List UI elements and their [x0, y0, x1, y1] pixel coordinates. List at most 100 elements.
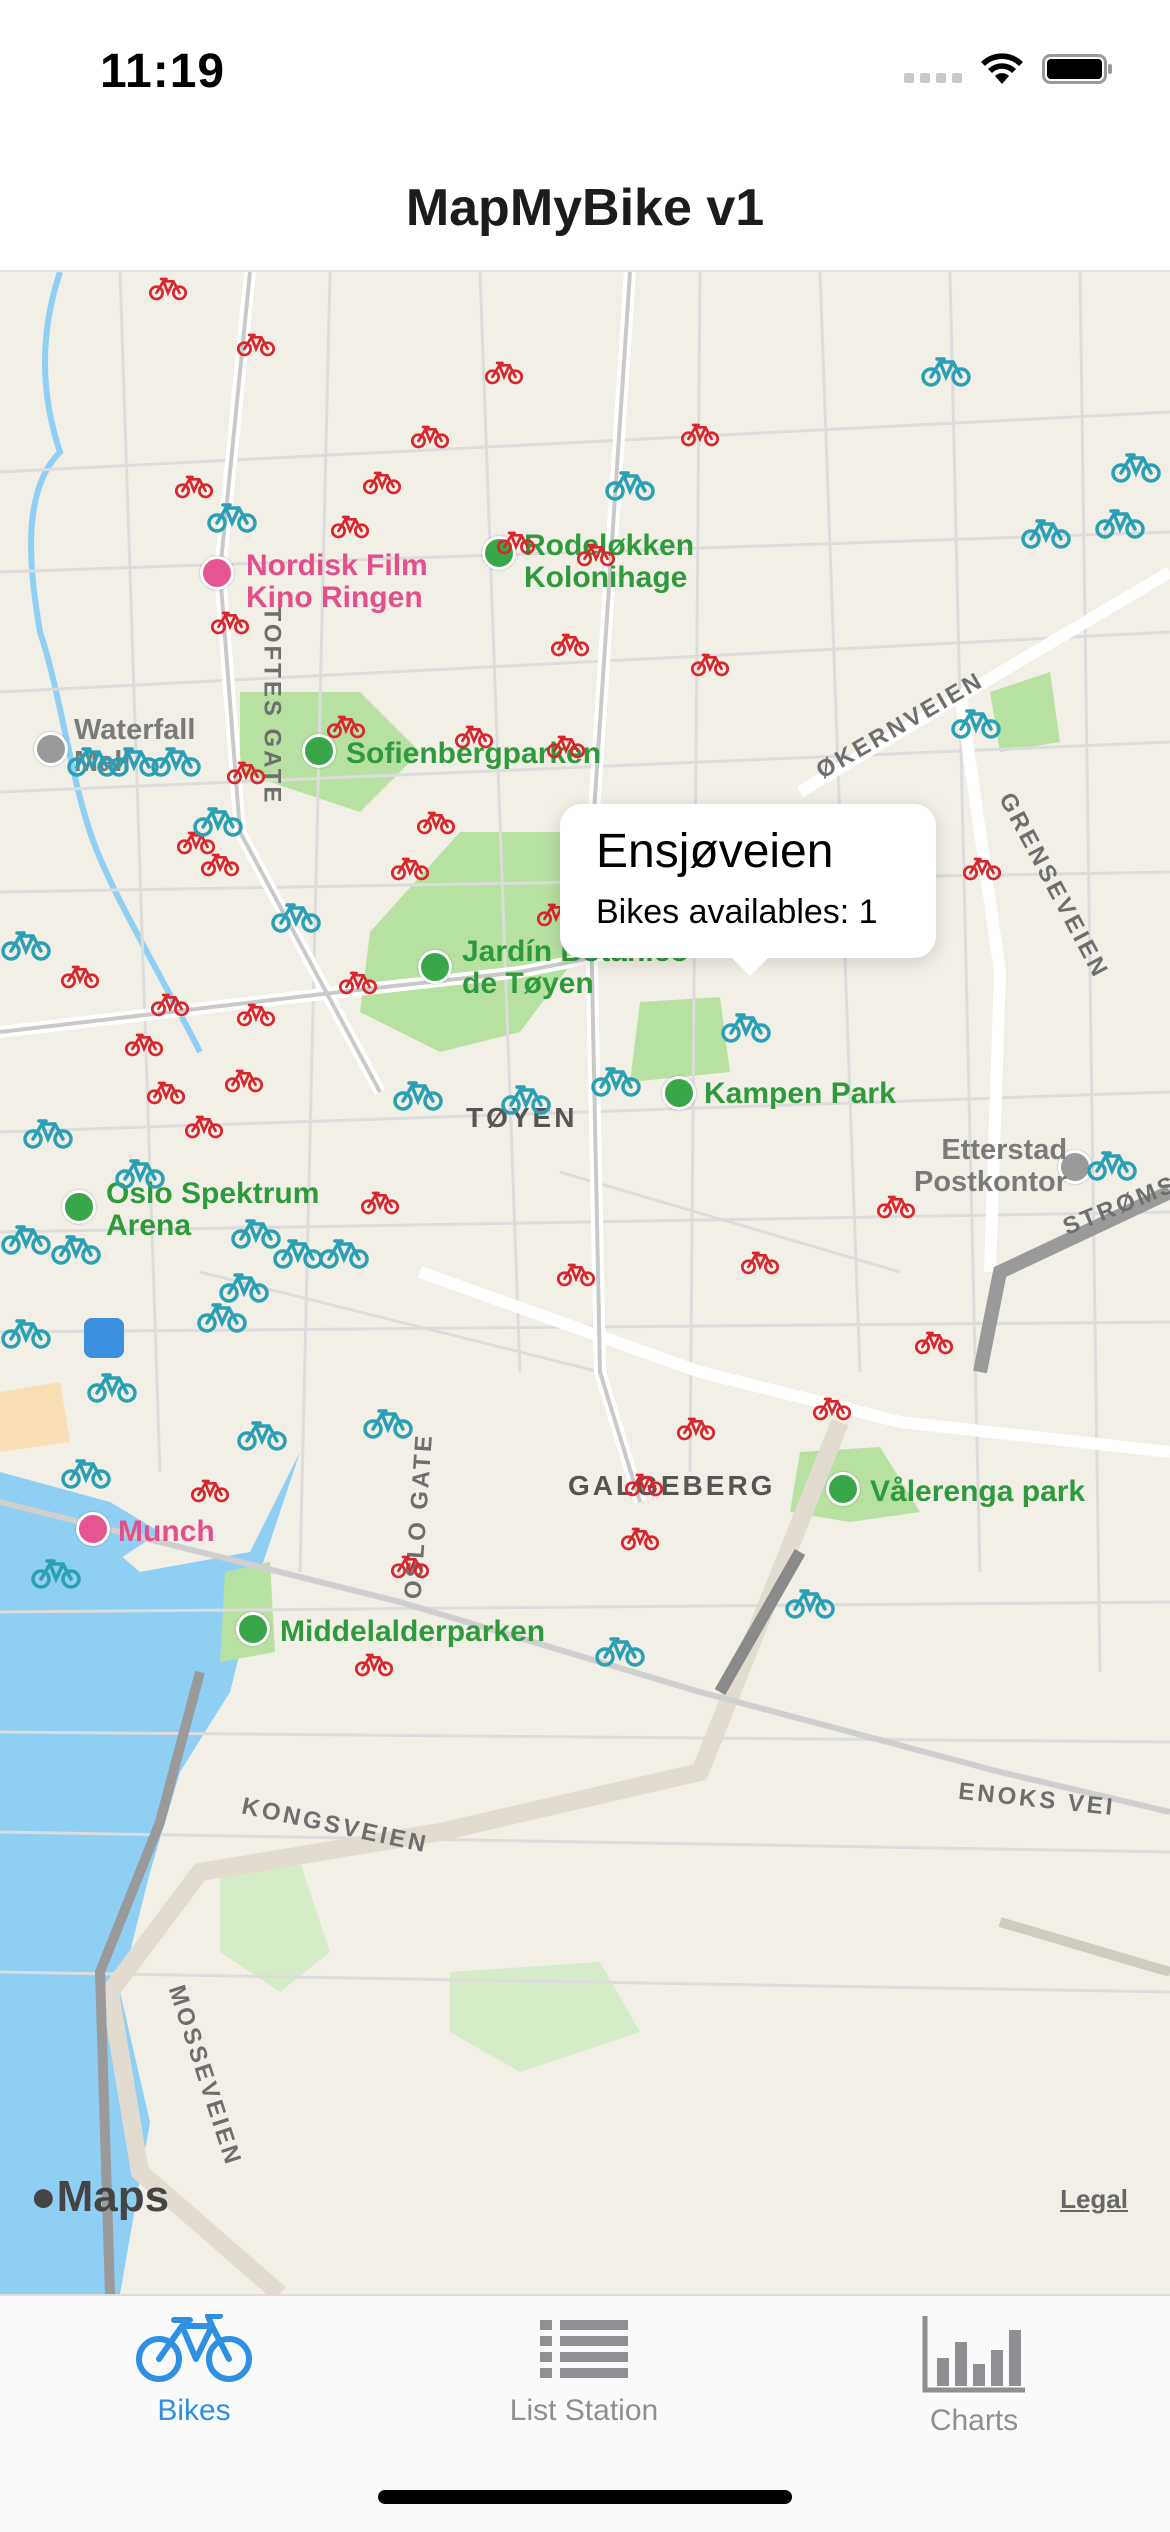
bike-station-empty-icon[interactable] — [330, 514, 370, 540]
bike-station-empty-icon[interactable] — [454, 724, 494, 750]
bike-station-empty-icon[interactable] — [60, 964, 100, 990]
bike-station-empty-icon[interactable] — [236, 1002, 276, 1028]
bike-station-available-icon[interactable] — [86, 1372, 138, 1404]
bike-station-empty-icon[interactable] — [124, 1032, 164, 1058]
tab-bikes[interactable]: Bikes — [44, 2314, 344, 2454]
bike-station-empty-icon[interactable] — [410, 424, 450, 450]
bike-station-empty-icon[interactable] — [326, 714, 366, 740]
bike-station-empty-icon[interactable] — [390, 1554, 430, 1580]
legal-link[interactable]: Legal — [1060, 2184, 1128, 2215]
bike-station-available-icon[interactable] — [720, 1012, 772, 1044]
bike-station-available-icon[interactable] — [30, 1558, 82, 1590]
poi-label-etterstad: Etterstad Postkontor — [914, 1134, 1068, 1198]
bike-station-available-icon[interactable] — [0, 930, 52, 962]
cinema-poi-icon[interactable] — [200, 556, 234, 590]
poi-label-kampen-park: Kampen Park — [704, 1077, 896, 1110]
poi-label-middelalderparken: Middelalderparken — [280, 1615, 546, 1648]
tab-charts[interactable]: Charts — [824, 2314, 1124, 2454]
bike-station-available-icon[interactable] — [500, 1084, 552, 1116]
train-station-icon[interactable] — [84, 1318, 124, 1358]
bike-station-available-icon[interactable] — [1094, 508, 1146, 540]
bike-station-available-icon[interactable] — [784, 1588, 836, 1620]
bike-station-empty-icon[interactable] — [174, 474, 214, 500]
bike-station-available-icon[interactable] — [0, 1224, 52, 1256]
maps-brand-text: Maps — [56, 2172, 170, 2221]
bike-station-available-icon[interactable] — [950, 708, 1002, 740]
bike-station-empty-icon[interactable] — [184, 1114, 224, 1140]
bike-station-available-icon[interactable] — [318, 1238, 370, 1270]
bike-station-empty-icon[interactable] — [962, 856, 1002, 882]
bike-station-empty-icon[interactable] — [546, 734, 586, 760]
bike-station-empty-icon[interactable] — [362, 470, 402, 496]
park-poi-icon[interactable] — [662, 1076, 696, 1110]
bike-station-available-icon[interactable] — [218, 1272, 270, 1304]
bike-station-empty-icon[interactable] — [624, 1472, 664, 1498]
bike-station-available-icon[interactable] — [604, 470, 656, 502]
park-poi-icon[interactable] — [826, 1472, 860, 1506]
bike-station-empty-icon[interactable] — [620, 1526, 660, 1552]
bike-station-empty-icon[interactable] — [148, 276, 188, 302]
callout-station-name: Ensjøveien — [596, 825, 834, 878]
arena-poi-icon[interactable] — [62, 1190, 96, 1224]
bike-station-available-icon[interactable] — [196, 1302, 248, 1334]
status-time: 11:19 — [100, 45, 226, 98]
bike-station-empty-icon[interactable] — [576, 542, 616, 568]
bike-station-empty-icon[interactable] — [740, 1250, 780, 1276]
bike-station-empty-icon[interactable] — [416, 810, 456, 836]
bike-station-available-icon[interactable] — [590, 1066, 642, 1098]
garden-poi-icon[interactable] — [418, 950, 452, 984]
tab-label: Bikes — [157, 2394, 231, 2427]
bike-station-empty-icon[interactable] — [150, 992, 190, 1018]
mall-poi-icon[interactable] — [34, 732, 68, 766]
bike-station-available-icon[interactable] — [0, 1318, 52, 1350]
bike-station-empty-icon[interactable] — [550, 632, 590, 658]
bike-station-available-icon[interactable] — [206, 502, 258, 534]
bike-station-empty-icon[interactable] — [914, 1330, 954, 1356]
bike-station-available-icon[interactable] — [1086, 1150, 1138, 1182]
bike-station-empty-icon[interactable] — [224, 1068, 264, 1094]
callout-bikes-available: Bikes availables: 1 — [596, 893, 878, 931]
bike-station-available-icon[interactable] — [362, 1408, 414, 1440]
bike-station-available-icon[interactable] — [1020, 518, 1072, 550]
bike-station-empty-icon[interactable] — [354, 1652, 394, 1678]
tab-list-station[interactable]: List Station — [434, 2314, 734, 2454]
map-view[interactable]: Nordisk Film Kino Ringen Rodeløkken Kolo… — [0, 272, 1170, 2294]
museum-poi-icon[interactable] — [76, 1512, 110, 1546]
bike-station-available-icon[interactable] — [920, 356, 972, 388]
tab-label: List Station — [509, 2394, 659, 2427]
battery-icon — [1042, 54, 1112, 84]
bike-station-available-icon[interactable] — [22, 1118, 74, 1150]
bike-station-empty-icon[interactable] — [676, 1416, 716, 1442]
bike-station-empty-icon[interactable] — [146, 1080, 186, 1106]
station-callout[interactable]: Ensjøveien Bikes availables: 1 — [560, 804, 936, 976]
bike-station-available-icon[interactable] — [272, 1238, 324, 1270]
bike-station-empty-icon[interactable] — [812, 1396, 852, 1422]
bike-station-available-icon[interactable] — [60, 1458, 112, 1490]
bike-station-available-icon[interactable] — [114, 1158, 166, 1190]
park-poi-icon[interactable] — [236, 1612, 270, 1646]
bike-station-empty-icon[interactable] — [690, 652, 730, 678]
bike-station-available-icon[interactable] — [192, 806, 244, 838]
poi-label-valerenga-park: Vålerenga park — [870, 1475, 1086, 1508]
bike-station-empty-icon[interactable] — [236, 332, 276, 358]
bike-station-available-icon[interactable] — [50, 1234, 102, 1266]
bike-station-empty-icon[interactable] — [680, 422, 720, 448]
bike-station-available-icon[interactable] — [150, 746, 202, 778]
bike-station-available-icon[interactable] — [236, 1420, 288, 1452]
bike-station-available-icon[interactable] — [392, 1080, 444, 1112]
bike-station-empty-icon[interactable] — [496, 530, 536, 556]
bike-station-empty-icon[interactable] — [484, 360, 524, 386]
bike-station-available-icon[interactable] — [270, 902, 322, 934]
bike-station-available-icon[interactable] — [594, 1636, 646, 1668]
bike-station-empty-icon[interactable] — [210, 610, 250, 636]
bike-station-empty-icon[interactable] — [390, 856, 430, 882]
bike-station-empty-icon[interactable] — [200, 852, 240, 878]
bike-station-empty-icon[interactable] — [360, 1190, 400, 1216]
bicycle-icon — [136, 2314, 252, 2382]
bike-station-empty-icon[interactable] — [338, 970, 378, 996]
bike-station-empty-icon[interactable] — [876, 1194, 916, 1220]
bike-station-available-icon[interactable] — [1110, 452, 1162, 484]
bike-station-empty-icon[interactable] — [226, 760, 266, 786]
bike-station-empty-icon[interactable] — [190, 1478, 230, 1504]
bike-station-empty-icon[interactable] — [556, 1262, 596, 1288]
